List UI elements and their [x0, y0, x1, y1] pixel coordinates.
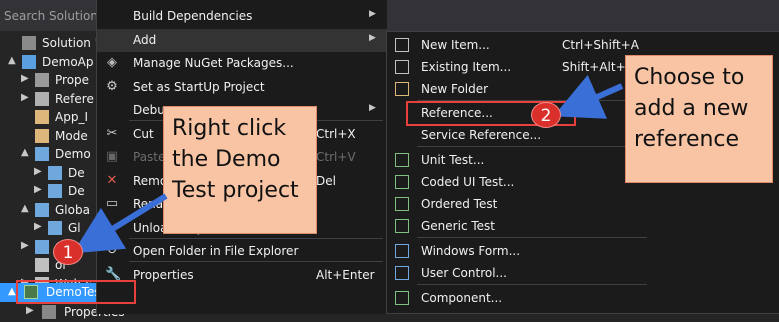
step-badge-1: 1 [53, 239, 83, 265]
arrow-to-project [72, 193, 168, 254]
annotation-arrows [72, 74, 624, 254]
step-badge-2: 2 [531, 102, 561, 128]
arrow-to-reference [553, 74, 624, 119]
